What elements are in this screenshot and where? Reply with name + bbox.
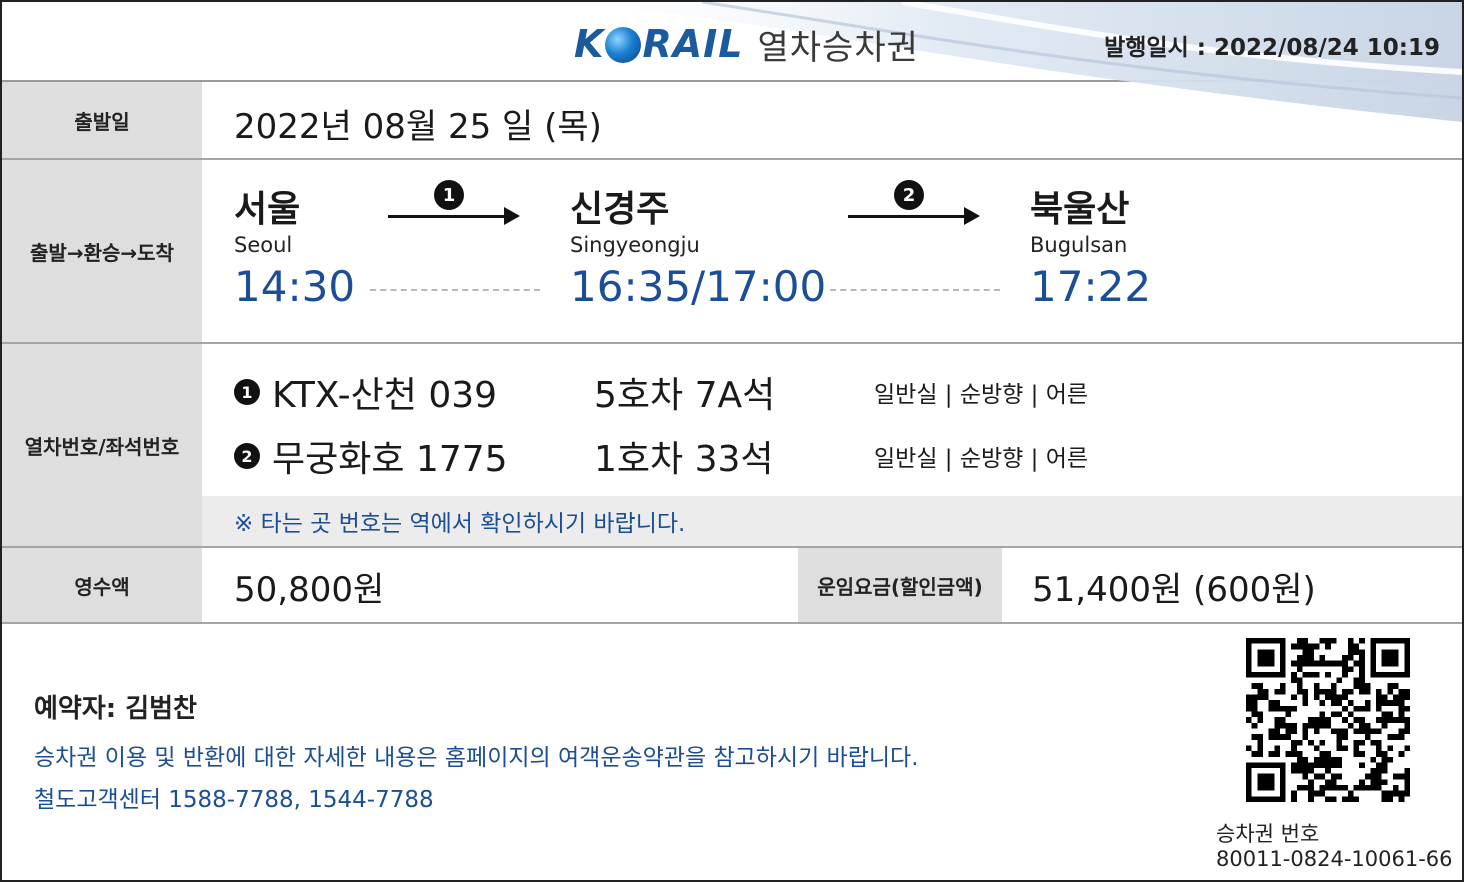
train-1-class: 일반실 | 순방향 | 어른 [874,382,1089,408]
route-label: 출발→환승→도착 [2,160,202,342]
ticket-number: 80011-0824-10061-66 [1216,847,1453,871]
leg-2-dashed-line [830,289,1000,291]
origin-time: 14:30 [234,262,356,311]
paid-amount-label: 영수액 [2,548,202,622]
terms-notice: 승차권 이용 및 반환에 대한 자세한 내용은 홈페이지의 여객운송약관을 참고… [34,745,919,771]
leg-1-dashed-line [370,289,540,291]
qr-code-icon [1246,638,1410,802]
train-ticket: K RAIL 열차승차권 발행일시 : 2022/08/24 10:19 출발일 … [0,0,1464,882]
departure-date-label: 출발일 [2,82,202,158]
train-1-seat: 5호차 7A석 [594,375,776,416]
leg-2-arrow-icon: 2 [848,180,980,225]
train-1-name: KTX-산천 039 [272,375,498,416]
destination-time: 17:22 [1030,262,1152,311]
paid-amount-value: 50,800원 [234,570,385,610]
korail-globe-icon [605,27,642,63]
departure-date-value: 2022년 08월 25 일 (목) [234,107,602,147]
customer-center-numbers: 철도고객센터 1588-7788, 1544-7788 [34,787,434,813]
transfer-name-ko: 신경주 [570,189,670,230]
fare-label: 운임요금(할인금액) [798,548,1002,622]
train-2-class: 일반실 | 순방향 | 어른 [874,446,1089,472]
leg-1-number: 1 [434,180,464,210]
origin-station: 서울 Seoul 14:30 [234,188,355,314]
destination-name-ko: 북울산 [1030,189,1130,230]
footer-info: 승차권 이용 및 반환에 대한 자세한 내용은 홈페이지의 여객운송약관을 참고… [34,737,919,821]
train-2-seat: 1호차 33석 [594,439,774,480]
train-1-number-badge: 1 [234,379,260,405]
train-seat-row: 열차번호/좌석번호 1 KTX-산천 039 5호차 7A석 일반실 | 순방향… [2,344,1462,548]
train-1-line: 1 KTX-산천 039 5호차 7A석 일반실 | 순방향 | 어른 [234,366,1088,418]
origin-name-ko: 서울 [234,189,301,230]
leg-1-arrow-icon: 1 [388,180,520,225]
issued-datetime: 발행일시 : 2022/08/24 10:19 [1104,35,1440,61]
fare-value: 51,400원 (600원) [1032,570,1316,610]
ticket-header: K RAIL 열차승차권 발행일시 : 2022/08/24 10:19 [2,2,1462,122]
booker-name: 예약자: 김범찬 [34,694,197,724]
destination-name-en: Bugulsan [1030,233,1128,257]
korail-logo-wordmark: K RAIL [574,22,744,66]
destination-station: 북울산 Bugulsan 17:22 [1030,188,1151,314]
transfer-time: 16:35/17:00 [570,262,827,311]
train-seat-label: 열차번호/좌석번호 [2,344,202,546]
platform-notice: ※ 타는 곳 번호는 역에서 확인하시기 바랍니다. [202,496,1462,546]
train-2-line: 2 무궁화호 1775 1호차 33석 일반실 | 순방향 | 어른 [234,430,1088,482]
korail-logo: K RAIL 열차승차권 [574,18,919,70]
departure-date-row: 출발일 2022년 08월 25 일 (목) [2,82,1462,160]
leg-2-number: 2 [894,180,924,210]
ticket-title: 열차승차권 [757,27,919,68]
train-2-number-badge: 2 [234,443,260,469]
ticket-number-label: 승차권 번호 [1216,822,1320,846]
transfer-station: 신경주 Singyeongju 16:35/17:00 [570,188,826,314]
route-row: 출발→환승→도착 서울 Seoul 14:30 1 신경주 Singyeongj… [2,160,1462,344]
transfer-name-en: Singyeongju [570,233,700,257]
train-2-name: 무궁화호 1775 [272,439,508,480]
payment-row: 영수액 50,800원 운임요금(할인금액) 51,400원 (600원) [2,548,1462,624]
origin-name-en: Seoul [234,233,293,257]
